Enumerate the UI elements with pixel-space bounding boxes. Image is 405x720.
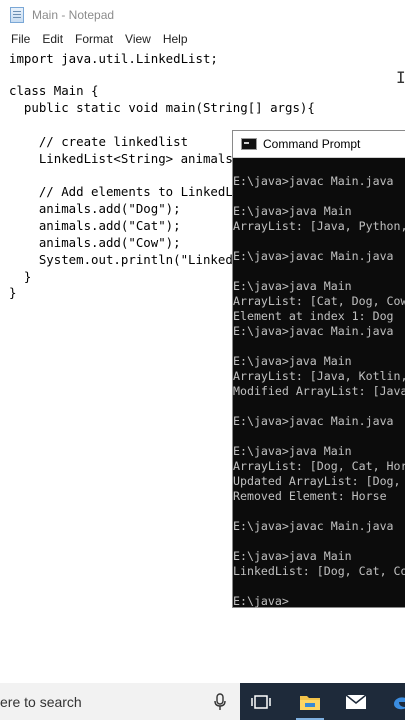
code-line: animals.add("Dog"); xyxy=(9,201,181,216)
console-line: E:\java>javac Main.java xyxy=(233,174,394,188)
menu-format[interactable]: Format xyxy=(75,32,113,46)
notepad-titlebar[interactable]: Main - Notepad xyxy=(0,0,405,30)
code-line: // Add elements to LinkedList xyxy=(9,184,256,199)
console-line: E:\java>javac Main.java xyxy=(233,414,394,428)
code-line: animals.add("Cow"); xyxy=(9,235,181,250)
cmd-title: Command Prompt xyxy=(263,137,361,151)
taskbar: ere to search xyxy=(0,683,405,720)
console-line: ArrayList: [Java, Kotlin, C++] xyxy=(233,369,405,383)
console-line: Element at index 1: Dog xyxy=(233,309,394,323)
menu-view[interactable]: View xyxy=(125,32,151,46)
console-line: E:\java>java Main xyxy=(233,549,352,563)
console-output[interactable]: E:\java>javac Main.java E:\java>java Mai… xyxy=(233,158,405,608)
console-line: E:\java>javac Main.java xyxy=(233,249,394,263)
console-line: Modified ArrayList: [Java, Kotlin] xyxy=(233,384,405,398)
console-line: E:\java>java Main xyxy=(233,279,352,293)
search-placeholder: ere to search xyxy=(0,693,82,710)
menu-edit[interactable]: Edit xyxy=(42,32,63,46)
microphone-icon[interactable] xyxy=(213,693,227,711)
menu-file[interactable]: File xyxy=(11,32,30,46)
code-line: public static void main(String[] args){ xyxy=(9,100,315,115)
command-prompt-window[interactable]: Command Prompt E:\java>javac Main.java E… xyxy=(232,130,405,608)
console-line: Removed Element: Horse xyxy=(233,489,387,503)
console-line: E:\java>javac Main.java xyxy=(233,324,394,338)
menu-help[interactable]: Help xyxy=(163,32,188,46)
taskbar-search-box[interactable]: ere to search xyxy=(0,683,240,720)
task-view-icon[interactable] xyxy=(248,689,274,715)
window-title: Main - Notepad xyxy=(32,8,115,22)
console-line: E:\java>java Main xyxy=(233,204,352,218)
console-line: E:\java>java Main xyxy=(233,444,352,458)
console-line: ArrayList: [Java, Python, Swift] xyxy=(233,219,405,233)
file-explorer-icon[interactable] xyxy=(297,689,323,715)
console-line: E:\java> xyxy=(233,594,289,608)
code-line: // create linkedlist xyxy=(9,134,189,149)
code-line: } xyxy=(9,269,32,284)
console-line: Updated ArrayList: [Dog, Cat] xyxy=(233,474,401,488)
console-line: E:\java>java Main xyxy=(233,354,352,368)
console-line: LinkedList: [Dog, Cat, Cow] xyxy=(233,564,405,578)
console-line: ArrayList: [Cat, Dog, Cow] xyxy=(233,294,405,308)
code-line: import java.util.LinkedList; xyxy=(9,51,218,66)
console-icon xyxy=(241,138,257,150)
code-line: } xyxy=(9,285,17,300)
cmd-titlebar[interactable]: Command Prompt xyxy=(233,131,405,158)
code-line: class Main { xyxy=(9,83,99,98)
console-line: E:\java>javac Main.java xyxy=(233,519,394,533)
text-cursor-icon: I xyxy=(396,68,405,87)
menu-bar: File Edit Format View Help xyxy=(0,30,405,48)
mail-icon[interactable] xyxy=(343,689,369,715)
notepad-icon xyxy=(10,7,24,23)
code-line: animals.add("Cat"); xyxy=(9,218,181,233)
console-line: ArrayList: [Dog, Cat, Horse] xyxy=(233,459,405,473)
edge-icon[interactable] xyxy=(388,689,405,715)
